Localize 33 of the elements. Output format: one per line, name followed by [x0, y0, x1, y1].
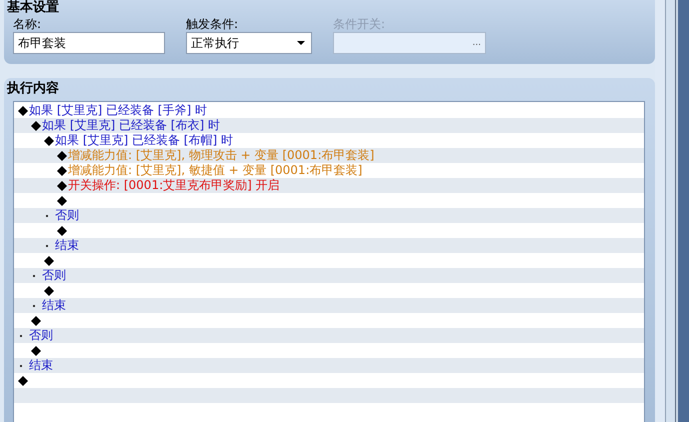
script-row[interactable]: 结束 — [14, 298, 644, 313]
script-text: 增减能力值: [艾里克], 物理攻击 + 变量 [0001:布甲套装] — [68, 148, 374, 163]
script-text: 如果 [艾里克] 已经装备 [手斧] 时 — [29, 103, 207, 118]
script-row[interactable]: 否则 — [14, 208, 644, 223]
script-text: 开关操作: [0001:艾里克布甲奖励] 开启 — [68, 178, 280, 193]
trigger-dropdown[interactable]: 正常执行 — [186, 32, 312, 54]
script-text: 如果 [艾里克] 已经装备 [布衣] 时 — [42, 118, 220, 133]
script-text: 结束 — [42, 298, 66, 313]
script-row[interactable]: 否则 — [14, 328, 644, 343]
dropdown-arrow-icon — [297, 41, 305, 45]
script-text: 否则 — [42, 268, 66, 283]
section-title: 执行内容 — [7, 80, 60, 97]
script-text: 结束 — [55, 238, 79, 253]
script-text: 否则 — [55, 208, 79, 223]
diamond-icon — [57, 226, 67, 236]
script-row[interactable]: 如果 [艾里克] 已经装备 [布衣] 时 — [14, 118, 644, 133]
script-text: 结束 — [29, 358, 53, 373]
script-text: 增减能力值: [艾里克], 敏捷值 + 变量 [0001:布甲套装] — [68, 163, 362, 178]
diamond-icon — [18, 376, 28, 386]
field-label: 名称: — [13, 16, 42, 32]
diamond-icon — [31, 316, 41, 326]
script-text: 如果 [艾里克] 已经装备 [布帽] 时 — [55, 133, 233, 148]
script-row[interactable]: 结束 — [14, 358, 644, 373]
field-label: 触发条件: — [186, 16, 240, 32]
name-input[interactable]: 布甲套装 — [13, 32, 165, 54]
script-row[interactable]: 否则 — [14, 268, 644, 283]
section-title: 基本设置 — [7, 0, 60, 16]
diamond-icon — [31, 346, 41, 356]
script-row[interactable]: 开关操作: [0001:艾里克布甲奖励] 开启 — [14, 178, 644, 193]
diamond-icon — [44, 256, 54, 266]
script-row[interactable]: 结束 — [14, 238, 644, 253]
script-text: 否则 — [29, 328, 53, 343]
diamond-icon — [44, 286, 54, 296]
